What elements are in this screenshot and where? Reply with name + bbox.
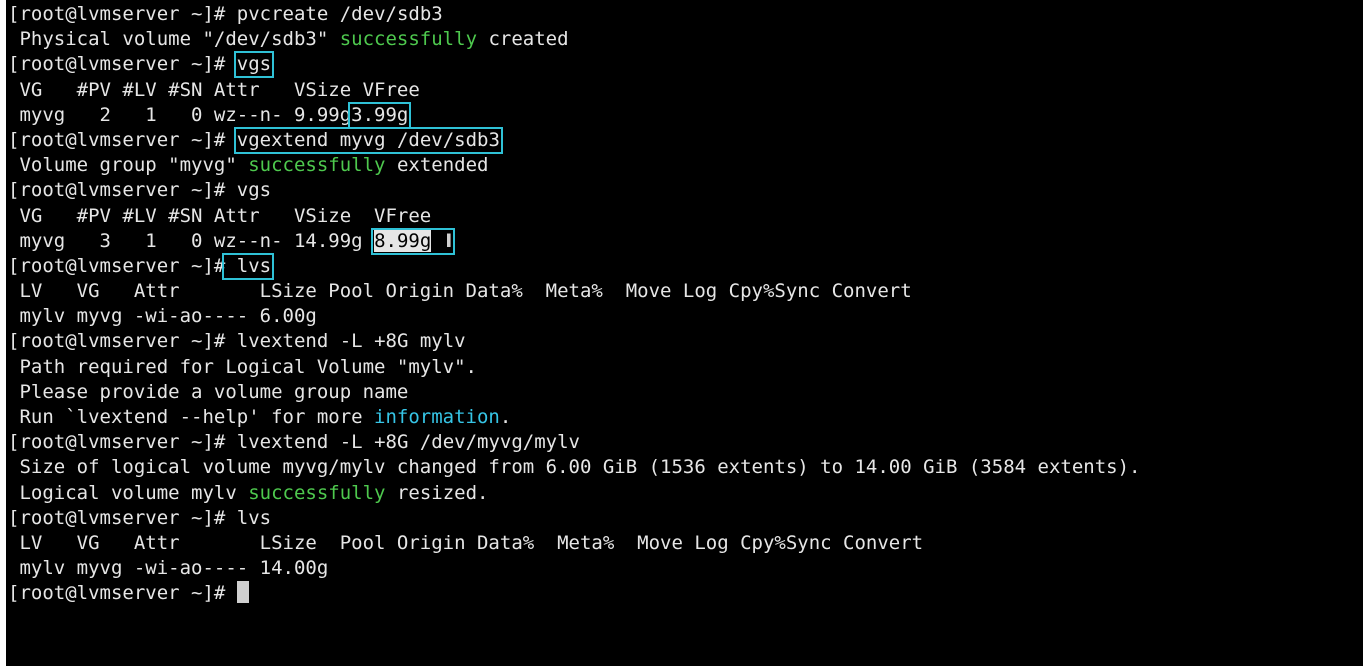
highlighted-command: vgs bbox=[233, 51, 275, 79]
success-text: successfully bbox=[248, 154, 386, 177]
terminal-line: Logical volume mylv successfully resized… bbox=[8, 481, 489, 504]
success-text: successfully bbox=[248, 481, 386, 504]
table-row: myvg 2 1 0 wz--n- 9.99g3.99g bbox=[8, 101, 412, 129]
table-row: mylv myvg -wi-ao---- 14.00g bbox=[8, 557, 329, 580]
info-text: information bbox=[374, 406, 500, 428]
command: lvextend -L +8G mylv bbox=[236, 330, 466, 353]
terminal-line: Size of logical volume myvg/mylv changed… bbox=[8, 456, 1141, 479]
terminal-line: [root@lvmserver ~]# vgextend myvg /dev/s… bbox=[6, 126, 1363, 154]
command: lvs bbox=[236, 506, 272, 529]
prompt: [root@lvmserver ~]# bbox=[8, 506, 226, 529]
command: lvextend -L +8G /dev/myvg/mylv bbox=[236, 431, 580, 454]
table-row: mylv myvg -wi-ao---- 6.00g bbox=[8, 305, 317, 328]
terminal-line: Please provide a volume group name bbox=[8, 380, 409, 403]
prompt: [root@lvmserver ~]# bbox=[8, 254, 226, 277]
terminal-line: [root@lvmserver ~]# lvextend -L +8G mylv bbox=[6, 329, 1363, 354]
table-header: VG #PV #LV #SN Attr VSize VFree bbox=[8, 78, 420, 101]
prompt: [root@lvmserver ~]# bbox=[8, 179, 226, 202]
terminal-line: [root@lvmserver ~]# vgs bbox=[6, 51, 1363, 79]
terminal-window[interactable]: [root@lvmserver ~]# pvcreate /dev/sdb3 P… bbox=[6, 0, 1363, 666]
terminal-line: [root@lvmserver ~]# lvextend -L +8G /dev… bbox=[6, 430, 1363, 455]
terminal-line: Volume group "myvg" successfully extende… bbox=[8, 154, 489, 177]
highlighted-command: vgextend myvg /dev/sdb3 bbox=[233, 126, 503, 154]
terminal-line: [root@lvmserver ~]# lvs bbox=[6, 252, 1363, 280]
table-row: myvg 3 1 0 wz--n- 14.99g 8.99g I bbox=[8, 227, 456, 255]
success-text: successfully bbox=[339, 28, 478, 51]
prompt: [root@lvmserver ~]# bbox=[8, 3, 226, 25]
highlighted-vfree: 3.99g bbox=[348, 101, 412, 129]
highlighted-vfree[interactable]: 8.99g I bbox=[371, 227, 456, 255]
block-cursor[interactable] bbox=[236, 581, 249, 604]
terminal-line: [root@lvmserver ~]# vgs bbox=[6, 178, 1363, 203]
terminal-line: [root@lvmserver ~]# lvs bbox=[6, 506, 1363, 531]
terminal-output: [root@lvmserver ~]# pvcreate /dev/sdb3 P… bbox=[6, 2, 1363, 666]
terminal-line: Run `lvextend --help' for more informati… bbox=[8, 406, 512, 428]
table-header: LV VG Attr LSize Pool Origin Data% Meta%… bbox=[8, 531, 924, 554]
prompt: [root@lvmserver ~]# bbox=[8, 582, 226, 605]
prompt: [root@lvmserver ~]# bbox=[8, 431, 226, 454]
prompt: [root@lvmserver ~]# bbox=[8, 53, 226, 76]
highlighted-command: lvs bbox=[222, 252, 275, 280]
terminal-input-line[interactable]: [root@lvmserver ~]# bbox=[6, 581, 1363, 606]
command: vgs bbox=[236, 179, 272, 202]
i-beam-cursor-icon: I bbox=[445, 229, 453, 252]
selected-text[interactable]: 8.99g bbox=[374, 229, 432, 252]
table-header: VG #PV #LV #SN Attr VSize VFree bbox=[8, 204, 432, 227]
command: pvcreate /dev/sdb3 bbox=[236, 3, 443, 25]
terminal-line: Path required for Logical Volume "mylv". bbox=[8, 355, 477, 378]
terminal-line: Physical volume "/dev/sdb3" successfully… bbox=[8, 28, 569, 51]
prompt: [root@lvmserver ~]# bbox=[8, 128, 226, 151]
table-header: LV VG Attr LSize Pool Origin Data% Meta%… bbox=[8, 280, 912, 303]
prompt: [root@lvmserver ~]# bbox=[8, 330, 226, 353]
terminal-line: [root@lvmserver ~]# pvcreate /dev/sdb3 bbox=[6, 2, 1363, 27]
